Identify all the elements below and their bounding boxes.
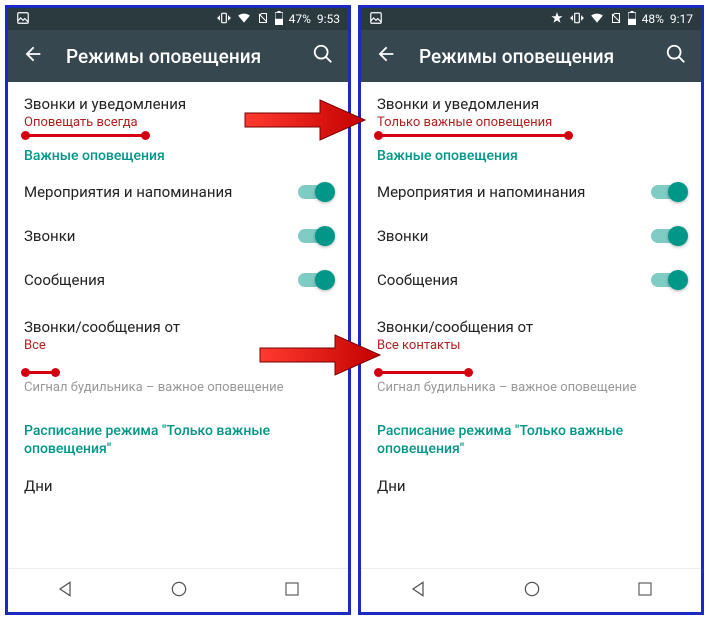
nav-recent-icon[interactable] bbox=[636, 580, 654, 602]
battery-text: 47% bbox=[289, 12, 311, 26]
row-subtitle: Все контакты bbox=[377, 338, 685, 353]
row-label: Мероприятия и напоминания bbox=[377, 183, 651, 201]
highlight-dot bbox=[21, 131, 30, 140]
events-row[interactable]: Мероприятия и напоминания bbox=[361, 170, 701, 214]
no-sim-icon bbox=[610, 11, 622, 28]
app-bar: Режимы оповещения bbox=[361, 30, 701, 82]
row-label: Звонки bbox=[24, 227, 298, 245]
status-bar: 47% 9:53 bbox=[8, 8, 348, 30]
row-title: Дни bbox=[24, 477, 332, 495]
messages-row[interactable]: Сообщения bbox=[8, 258, 348, 302]
highlight-dot bbox=[51, 368, 60, 377]
nav-back-icon[interactable] bbox=[408, 579, 428, 603]
row-subtitle: Только важные оповещения bbox=[377, 115, 685, 130]
search-icon[interactable] bbox=[312, 43, 334, 69]
app-bar: Режимы оповещения bbox=[8, 30, 348, 82]
highlight-dot bbox=[141, 131, 150, 140]
phone-right: 48% 9:17 Режимы оповещения Звонки и увед… bbox=[358, 5, 704, 615]
battery-icon bbox=[628, 11, 636, 28]
clock-text: 9:17 bbox=[670, 12, 693, 26]
messages-row[interactable]: Сообщения bbox=[361, 258, 701, 302]
wifi-icon bbox=[590, 11, 604, 28]
star-icon bbox=[550, 11, 564, 28]
annotation-arrow-icon bbox=[255, 330, 385, 380]
settings-list: Звонки и уведомления Только важные опове… bbox=[361, 82, 701, 568]
status-bar: 48% 9:17 bbox=[361, 8, 701, 30]
wifi-icon bbox=[237, 11, 251, 28]
section-schedule: Расписание режима "Только важные оповеще… bbox=[361, 408, 701, 464]
page-title: Режимы оповещения bbox=[66, 45, 290, 68]
calls-row[interactable]: Звонки bbox=[8, 214, 348, 258]
nav-home-icon[interactable] bbox=[169, 579, 189, 603]
settings-list: Звонки и уведомления Оповещать всегда Ва… bbox=[8, 82, 348, 568]
days-row[interactable]: Дни bbox=[361, 464, 701, 508]
row-label: Сообщения bbox=[377, 271, 651, 289]
clock-text: 9:53 bbox=[317, 12, 340, 26]
annotation-arrow-icon bbox=[240, 95, 370, 145]
highlight-underline bbox=[377, 134, 567, 137]
nav-home-icon[interactable] bbox=[522, 579, 542, 603]
row-label: Сообщения bbox=[24, 271, 298, 289]
picture-icon bbox=[16, 11, 30, 28]
back-icon[interactable] bbox=[22, 43, 44, 69]
calls-messages-from-row[interactable]: Звонки/сообщения от Все контакты bbox=[361, 302, 701, 357]
nav-bar bbox=[8, 568, 348, 612]
toggle-on[interactable] bbox=[298, 185, 332, 199]
picture-icon bbox=[369, 11, 383, 28]
events-row[interactable]: Мероприятия и напоминания bbox=[8, 170, 348, 214]
highlight-dot bbox=[374, 131, 383, 140]
highlight-underline bbox=[24, 134, 144, 137]
vibrate-icon bbox=[570, 11, 584, 28]
section-priority: Важные оповещения bbox=[361, 134, 701, 170]
highlight-dot bbox=[564, 131, 573, 140]
nav-back-icon[interactable] bbox=[55, 579, 75, 603]
no-sim-icon bbox=[257, 11, 269, 28]
toggle-on[interactable] bbox=[651, 229, 685, 243]
section-schedule: Расписание режима "Только важные оповеще… bbox=[8, 408, 348, 464]
toggle-on[interactable] bbox=[651, 273, 685, 287]
row-label: Звонки bbox=[377, 227, 651, 245]
toggle-on[interactable] bbox=[298, 229, 332, 243]
battery-text: 48% bbox=[642, 12, 664, 26]
highlight-underline bbox=[377, 371, 467, 374]
row-label: Мероприятия и напоминания bbox=[24, 183, 298, 201]
search-icon[interactable] bbox=[665, 43, 687, 69]
nav-bar bbox=[361, 568, 701, 612]
nav-recent-icon[interactable] bbox=[283, 580, 301, 602]
calls-notifications-row[interactable]: Звонки и уведомления Только важные опове… bbox=[361, 82, 701, 134]
row-title: Звонки/сообщения от bbox=[377, 318, 685, 336]
toggle-on[interactable] bbox=[651, 185, 685, 199]
battery-icon bbox=[275, 11, 283, 28]
calls-row[interactable]: Звонки bbox=[361, 214, 701, 258]
days-row[interactable]: Дни bbox=[8, 464, 348, 508]
vibrate-icon bbox=[217, 11, 231, 28]
page-title: Режимы оповещения bbox=[419, 45, 643, 68]
row-title: Звонки и уведомления bbox=[377, 95, 685, 113]
highlight-dot bbox=[464, 368, 473, 377]
highlight-dot bbox=[21, 368, 30, 377]
row-title: Дни bbox=[377, 477, 685, 495]
back-icon[interactable] bbox=[375, 43, 397, 69]
toggle-on[interactable] bbox=[298, 273, 332, 287]
